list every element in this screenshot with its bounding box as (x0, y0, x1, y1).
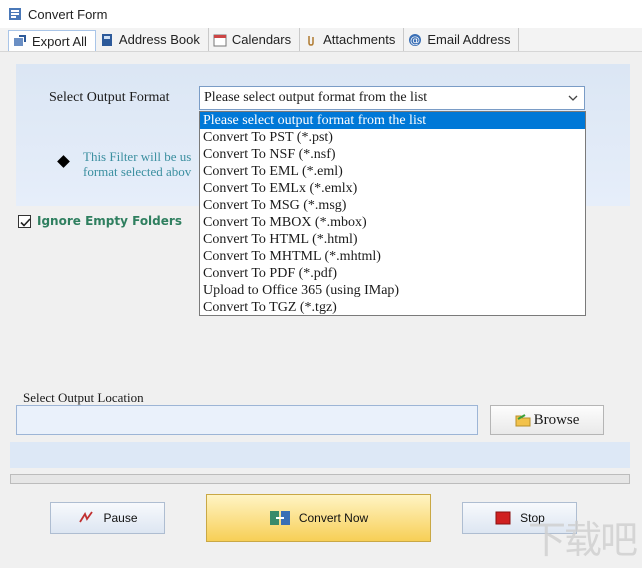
tab-attachments[interactable]: Attachments (300, 28, 405, 51)
export-icon (13, 34, 27, 48)
format-option[interactable]: Convert To TGZ (*.tgz) (200, 299, 585, 316)
status-strip (10, 442, 630, 468)
window-title: Convert Form (28, 6, 108, 22)
format-option[interactable]: Convert To EML (*.eml) (200, 163, 585, 180)
chevron-down-icon (566, 91, 580, 105)
convert-label: Convert Now (298, 511, 369, 525)
tab-export-all[interactable]: Export All (8, 30, 96, 51)
format-option[interactable]: Convert To PDF (*.pdf) (200, 265, 585, 282)
browse-button[interactable]: Browse (490, 405, 604, 435)
watermark-logo: 下载吧 (527, 518, 638, 562)
ignore-empty-label: Ignore Empty Folders (37, 214, 182, 228)
tab-label: Export All (32, 33, 87, 49)
tab-label: Email Address (427, 32, 511, 47)
folder-icon (515, 413, 531, 427)
at-icon: @ (408, 33, 422, 47)
selected-format-text: Please select output format from the lis… (204, 90, 428, 105)
svg-text:@: @ (410, 35, 420, 46)
ignore-empty-checkbox[interactable] (18, 214, 31, 228)
filter-note-line: format selected abov (83, 164, 192, 179)
output-location-field[interactable] (16, 405, 478, 435)
calendar-icon (213, 33, 227, 47)
browse-label: Browse (533, 411, 580, 428)
stop-icon (494, 509, 512, 527)
tab-address-book[interactable]: Address Book (96, 28, 209, 51)
convert-now-button[interactable]: Convert Now (206, 494, 431, 542)
progress-bar (10, 474, 630, 484)
format-option[interactable]: Convert To MHTML (*.mhtml) (200, 248, 585, 265)
tab-label: Address Book (118, 32, 200, 47)
format-option[interactable]: Convert To EMLx (*.emlx) (200, 180, 585, 197)
tab-bar: Export All Address Book Calendars Attach… (0, 28, 642, 52)
convert-icon (269, 508, 291, 528)
format-option[interactable]: Convert To NSF (*.nsf) (200, 146, 585, 163)
format-option[interactable]: Upload to Office 365 (using IMap) (200, 282, 585, 299)
app-icon (8, 7, 22, 21)
tab-label: Attachments (323, 32, 396, 47)
filter-note: This Filter will be us format selected a… (83, 149, 203, 179)
pause-button[interactable]: Pause (50, 502, 165, 534)
format-option[interactable]: Convert To MSG (*.msg) (200, 197, 585, 214)
output-format-select[interactable]: Please select output format from the lis… (199, 86, 585, 110)
tab-email-address[interactable]: @ Email Address (404, 28, 520, 51)
filter-note-line: This Filter will be us (83, 149, 192, 164)
ignore-empty-row[interactable]: Ignore Empty Folders (18, 214, 182, 228)
pause-label: Pause (103, 511, 138, 525)
bullet-icon (57, 155, 70, 168)
output-location-label: Select Output Location (23, 390, 144, 405)
output-format-label: Select Output Format (49, 90, 170, 105)
format-option[interactable]: Convert To MBOX (*.mbox) (200, 214, 585, 231)
attachment-icon (304, 33, 318, 47)
format-dropdown-list[interactable]: Please select output format from the lis… (199, 111, 586, 316)
title-bar: Convert Form (0, 0, 642, 28)
pause-icon (77, 509, 95, 527)
format-option[interactable]: Please select output format from the lis… (200, 112, 585, 129)
format-option[interactable]: Convert To HTML (*.html) (200, 231, 585, 248)
address-book-icon (100, 33, 114, 47)
format-option[interactable]: Convert To PST (*.pst) (200, 129, 585, 146)
tab-calendars[interactable]: Calendars (209, 28, 301, 51)
tab-label: Calendars (231, 32, 292, 47)
